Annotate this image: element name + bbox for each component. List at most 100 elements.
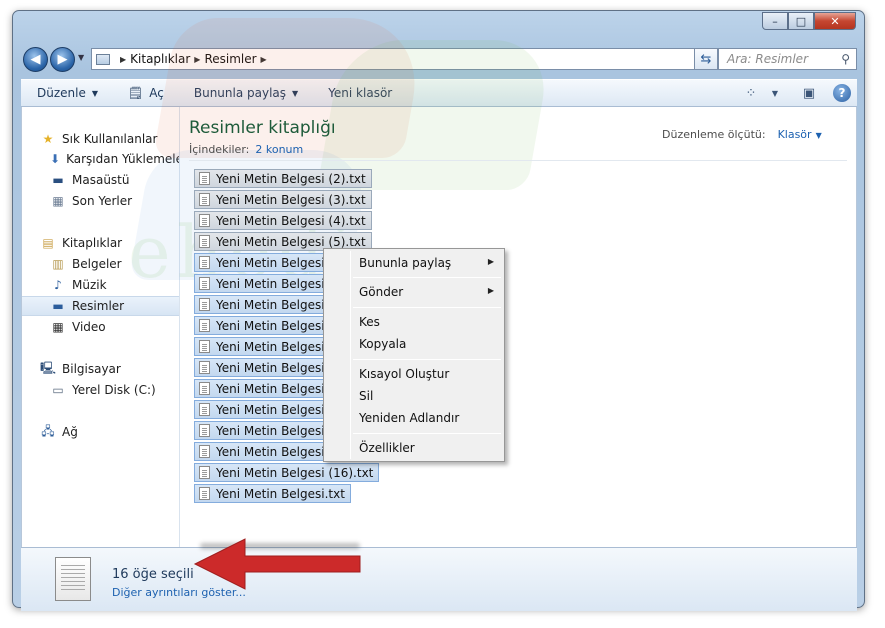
recent-pages-dropdown[interactable]: ▼	[78, 53, 84, 62]
refresh-icon: ⇆	[700, 51, 712, 67]
maximize-button[interactable]: □	[788, 12, 814, 30]
text-file-icon	[199, 340, 210, 353]
text-file-icon	[199, 445, 210, 458]
submenu-arrow-icon: ▶	[487, 257, 494, 266]
menu-gutter	[350, 251, 351, 459]
notepad-icon: 🗒	[128, 86, 144, 100]
locations-link[interactable]: 2 konum	[255, 143, 303, 156]
arrange-value-dropdown[interactable]: Klasör	[778, 128, 812, 141]
sidebar-item-network[interactable]: 🖧 Ağ	[22, 422, 179, 442]
menu-item-create-shortcut[interactable]: Kısayol Oluştur	[359, 367, 449, 381]
pictures-icon: ▬	[52, 299, 64, 313]
documents-icon: ▥	[52, 257, 64, 271]
sidebar-item-label: Bilgisayar	[62, 362, 121, 376]
sidebar-item-label: Masaüstü	[72, 173, 130, 187]
sidebar-item-pictures[interactable]: ▬ Resimler	[22, 296, 179, 316]
text-file-icon	[199, 256, 210, 269]
chevron-right-icon[interactable]: ▶	[120, 55, 126, 64]
sidebar-item-label: Yerel Disk (C:)	[72, 383, 156, 397]
hard-disk-icon: ▭	[52, 383, 64, 397]
details-pane: 16 öğe seçili Diğer ayrıntıları göster..…	[21, 547, 857, 611]
library-title: Resimler kitaplığı	[189, 118, 336, 138]
libraries-icon: ▤	[42, 236, 54, 250]
file-item[interactable]: Yeni Metin Belgesi (2).txt	[194, 169, 372, 188]
refresh-button[interactable]: ⇆	[694, 48, 718, 70]
minimize-button[interactable]: –	[762, 12, 788, 30]
text-file-icon	[199, 466, 210, 479]
chevron-down-icon[interactable]: ▼	[816, 131, 822, 140]
file-item[interactable]: Yeni Metin Belgesi (3).txt	[194, 190, 372, 209]
context-menu: Bununla paylaş ▶ Gönder ▶ Kes Kopyala Kı…	[323, 248, 505, 462]
desktop-icon: ▬	[52, 173, 64, 187]
text-file-icon	[199, 172, 210, 185]
preview-pane-icon[interactable]: ▣	[799, 84, 819, 102]
menu-item-properties[interactable]: Özellikler	[359, 441, 415, 455]
forward-arrow-icon: ▶	[57, 52, 68, 67]
sidebar-item-local-disk[interactable]: ▭ Yerel Disk (C:)	[22, 380, 179, 400]
text-file-icon	[199, 487, 210, 500]
search-input[interactable]: Ara: Resimler ⚲	[718, 48, 857, 70]
network-icon: 🖧	[41, 423, 55, 438]
back-button[interactable]: ◀	[23, 47, 48, 72]
menu-item-copy[interactable]: Kopyala	[359, 337, 406, 351]
downloads-folder-icon: ⬇	[50, 152, 61, 166]
text-file-icon	[199, 403, 210, 416]
text-file-icon	[199, 424, 210, 437]
sidebar-item-label: Müzik	[72, 278, 107, 292]
film-strip-icon: ▦	[52, 320, 64, 334]
open-button[interactable]: 🗒 Aç	[128, 86, 164, 100]
chevron-down-icon: ▼	[91, 88, 99, 98]
text-file-icon	[199, 361, 210, 374]
organize-label: Düzenle	[37, 86, 86, 100]
menu-item-send-to[interactable]: Gönder	[359, 285, 403, 299]
background-flag-shape	[316, 40, 554, 190]
text-file-icon	[199, 235, 210, 248]
arrange-label: Düzenleme ölçütü:	[662, 128, 766, 141]
libraries-icon	[96, 53, 110, 65]
menu-item-rename[interactable]: Yeniden Adlandır	[359, 411, 459, 425]
menu-item-cut[interactable]: Kes	[359, 315, 380, 329]
back-arrow-icon: ◀	[30, 52, 41, 67]
search-icon[interactable]: ⚲	[841, 52, 850, 66]
text-file-icon	[199, 277, 210, 290]
music-note-icon: ♪	[54, 278, 62, 292]
file-name: Yeni Metin Belgesi (5).txt	[216, 234, 366, 249]
sidebar-item-label: Kitaplıklar	[62, 236, 123, 250]
divider	[189, 160, 847, 161]
includes-label: İçindekiler:	[189, 143, 250, 156]
sidebar-item-video[interactable]: ▦ Video	[22, 317, 179, 337]
file-item[interactable]: Yeni Metin Belgesi.txt	[194, 484, 351, 503]
open-label: Aç	[149, 86, 164, 100]
library-includes: İçindekiler: 2 konum	[189, 143, 303, 156]
sidebar-item-label: Belgeler	[72, 257, 122, 271]
file-name: Yeni Metin Belgesi (3).txt	[216, 192, 366, 207]
view-options-icon[interactable]: ⁘	[741, 84, 761, 102]
caption-buttons: – □ ✕	[762, 12, 856, 30]
file-name: Yeni Metin Belgesi.txt	[216, 486, 345, 501]
arrange-by: Düzenleme ölçütü: Klasör ▼	[662, 128, 822, 141]
sidebar-item-label: Ağ	[62, 425, 78, 439]
close-button[interactable]: ✕	[814, 12, 856, 30]
organize-button[interactable]: Düzenle ▼	[37, 86, 98, 100]
menu-item-share-with[interactable]: Bununla paylaş	[359, 256, 451, 270]
sidebar-item-label: Sık Kullanılanlar	[62, 132, 158, 146]
menu-separator	[353, 433, 501, 434]
view-dropdown-icon[interactable]: ▼	[765, 84, 785, 102]
menu-separator	[353, 307, 501, 308]
menu-item-delete[interactable]: Sil	[359, 389, 373, 403]
sidebar-item-label: Video	[72, 320, 106, 334]
file-item[interactable]: Yeni Metin Belgesi (4).txt	[194, 211, 372, 230]
menu-separator	[353, 277, 501, 278]
recent-places-icon: ▦	[52, 194, 64, 208]
file-item[interactable]: Yeni Metin Belgesi (16).txt	[194, 463, 380, 482]
text-document-icon	[55, 557, 91, 601]
arrow-shadow	[200, 543, 360, 549]
show-more-details-link[interactable]: Diğer ayrıntıları göster...	[112, 586, 246, 599]
star-icon: ★	[42, 132, 54, 146]
text-file-icon	[199, 319, 210, 332]
sidebar-item-computer[interactable]: 🖳 Bilgisayar	[22, 359, 179, 379]
help-icon[interactable]: ?	[833, 84, 851, 102]
forward-button[interactable]: ▶	[50, 47, 75, 72]
menu-separator	[353, 359, 501, 360]
computer-icon: 🖳	[40, 360, 57, 375]
